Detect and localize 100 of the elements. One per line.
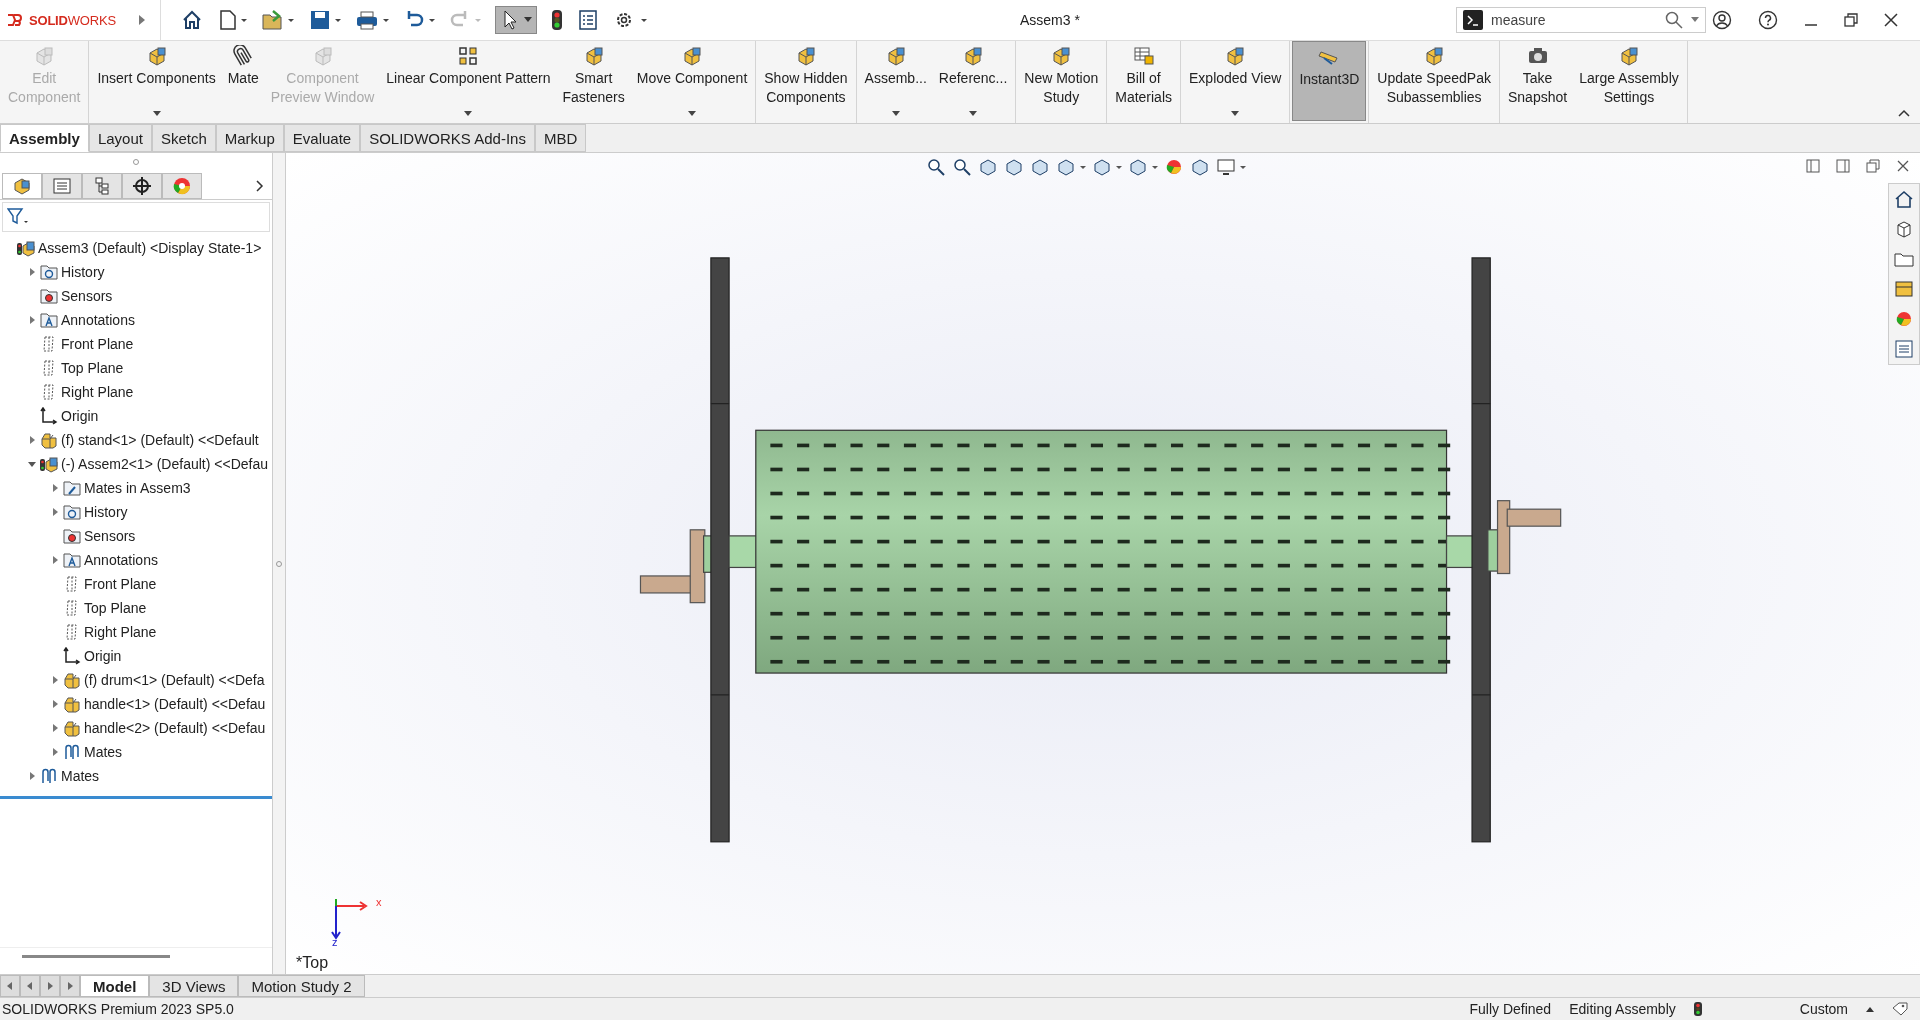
- ribbon-button[interactable]: Assemb...: [858, 41, 933, 121]
- expand-arrow-icon[interactable]: [50, 723, 60, 733]
- command-tab[interactable]: Layout: [88, 124, 152, 152]
- rebuild-light-icon[interactable]: [1693, 1002, 1702, 1016]
- home-icon[interactable]: [1893, 188, 1915, 210]
- ribbon-button[interactable]: Instant3D: [1292, 41, 1367, 121]
- splitter-handle-icon[interactable]: [276, 560, 282, 567]
- model-tab[interactable]: Model: [80, 975, 150, 997]
- tab-scroll-button[interactable]: [40, 975, 60, 997]
- ribbon-button[interactable]: Update SpeedPak Subassemblies: [1371, 41, 1497, 121]
- tree-item[interactable]: Annotations: [61, 312, 135, 328]
- tree-item[interactable]: Top Plane: [61, 360, 124, 376]
- tree-item[interactable]: Right Plane: [84, 624, 157, 640]
- select-button[interactable]: [495, 6, 537, 34]
- ribbon-button[interactable]: Take Snapshot: [1501, 41, 1574, 121]
- tag-icon[interactable]: [1892, 1002, 1908, 1016]
- appearance-icon[interactable]: [1164, 157, 1184, 177]
- tree-item[interactable]: Mates in Assem3: [84, 480, 191, 496]
- tree-item[interactable]: Origin: [84, 648, 122, 664]
- open-folder-icon[interactable]: [261, 9, 295, 31]
- command-tab[interactable]: Evaluate: [283, 124, 361, 152]
- model-tab[interactable]: 3D Views: [149, 975, 239, 997]
- expand-arrow-icon[interactable]: [27, 771, 37, 781]
- expand-arrow-icon[interactable]: [27, 267, 37, 277]
- filter-field[interactable]: [2, 202, 270, 232]
- tree-item[interactable]: Annotations: [84, 552, 158, 568]
- tab-scroll-button[interactable]: [20, 975, 40, 997]
- zoom-fit-icon[interactable]: [926, 157, 946, 177]
- print-icon[interactable]: [355, 9, 389, 31]
- expand-arrow-icon[interactable]: [50, 747, 60, 757]
- expand-arrow-icon[interactable]: [50, 675, 60, 685]
- collapse-icon[interactable]: [1898, 109, 1910, 117]
- tree-item[interactable]: handle<1> (Default) <<Defau: [84, 696, 266, 712]
- tile-left-icon[interactable]: [1806, 159, 1820, 173]
- tree-item[interactable]: Right Plane: [61, 384, 134, 400]
- tree-item[interactable]: (f) stand<1> (Default) <<Default: [61, 432, 259, 448]
- units-selector[interactable]: Custom: [1799, 1001, 1848, 1017]
- display-manager-tab[interactable]: [162, 173, 202, 199]
- ribbon-button[interactable]: Bill of Materials: [1109, 41, 1178, 121]
- tree-item[interactable]: Front Plane: [61, 336, 134, 352]
- configuration-manager-tab[interactable]: [82, 173, 122, 199]
- command-tab[interactable]: Sketch: [151, 124, 216, 152]
- ribbon-button[interactable]: Move Component: [630, 41, 754, 121]
- options-list-icon[interactable]: [577, 9, 599, 31]
- traffic-light-icon[interactable]: [551, 9, 563, 31]
- help-icon[interactable]: [1758, 10, 1778, 30]
- search-field[interactable]: measure: [1456, 7, 1706, 33]
- expand-arrow-icon[interactable]: [27, 315, 37, 325]
- tree-item[interactable]: Origin: [61, 408, 99, 424]
- tree-item[interactable]: Assem3 (Default) <Display State-1>: [38, 240, 262, 256]
- tile-right-icon[interactable]: [1836, 159, 1850, 173]
- close-icon[interactable]: [1884, 13, 1898, 27]
- tree-item[interactable]: (f) drum<1> (Default) <<Defa: [84, 672, 265, 688]
- command-tab[interactable]: MBD: [534, 124, 587, 152]
- ribbon-button[interactable]: Smart Fasteners: [556, 41, 631, 121]
- tree-item[interactable]: Mates: [61, 768, 100, 784]
- tree-item[interactable]: Mates: [84, 744, 123, 760]
- dimxpert-tab[interactable]: [122, 173, 162, 199]
- restore-icon[interactable]: [1844, 13, 1858, 27]
- properties-icon[interactable]: [1893, 338, 1915, 360]
- splitter-handle-icon[interactable]: [133, 159, 139, 165]
- tab-scroll-button[interactable]: [60, 975, 80, 997]
- chevron-right-icon[interactable]: [256, 180, 264, 192]
- view-settings-icon[interactable]: [1216, 157, 1246, 177]
- ribbon-button[interactable]: Exploded View: [1183, 41, 1288, 121]
- ribbon-button[interactable]: Linear Component Pattern: [380, 41, 557, 121]
- model-tab[interactable]: Motion Study 2: [238, 975, 365, 997]
- flyout-arrow-icon[interactable]: [138, 15, 146, 25]
- expand-arrow-icon[interactable]: [50, 699, 60, 709]
- ribbon-button[interactable]: New Motion Study: [1018, 41, 1105, 121]
- new-document-icon[interactable]: [217, 9, 247, 31]
- property-manager-tab[interactable]: [42, 173, 82, 199]
- user-account-icon[interactable]: [1712, 10, 1732, 30]
- tree-item[interactable]: Sensors: [61, 288, 113, 304]
- home-icon[interactable]: [181, 9, 203, 31]
- save-icon[interactable]: [309, 9, 341, 31]
- expand-arrow-icon[interactable]: [50, 483, 60, 493]
- tree-item[interactable]: History: [84, 504, 128, 520]
- expand-arrow-icon[interactable]: [27, 459, 37, 469]
- tree-item[interactable]: Top Plane: [84, 600, 147, 616]
- tree-item[interactable]: handle<2> (Default) <<Defau: [84, 720, 266, 736]
- ribbon-button[interactable]: Mate: [221, 41, 265, 121]
- ribbon-button[interactable]: Insert Components: [91, 41, 222, 121]
- close-icon[interactable]: [1896, 159, 1910, 173]
- ribbon-button[interactable]: Referenc...: [932, 41, 1014, 121]
- expand-arrow-icon[interactable]: [50, 555, 60, 565]
- tree-item[interactable]: History: [61, 264, 105, 280]
- expand-arrow-icon[interactable]: [50, 507, 60, 517]
- tree-item[interactable]: (-) Assem2<1> (Default) <<Defau: [61, 456, 268, 472]
- command-tab[interactable]: Assembly: [0, 124, 89, 152]
- tab-scroll-button[interactable]: [0, 975, 20, 997]
- ribbon-button[interactable]: Large Assembly Settings: [1573, 41, 1685, 121]
- expand-arrow-icon[interactable]: [27, 435, 37, 445]
- ribbon-button[interactable]: Show Hidden Components: [758, 41, 854, 121]
- tree-item[interactable]: Sensors: [84, 528, 136, 544]
- feature-manager-tab[interactable]: [2, 173, 42, 199]
- zoom-area-icon[interactable]: [952, 157, 972, 177]
- command-tab[interactable]: SOLIDWORKS Add-Ins: [360, 124, 535, 152]
- tree-item[interactable]: Front Plane: [84, 576, 157, 592]
- caret-up-icon[interactable]: [1866, 1006, 1874, 1012]
